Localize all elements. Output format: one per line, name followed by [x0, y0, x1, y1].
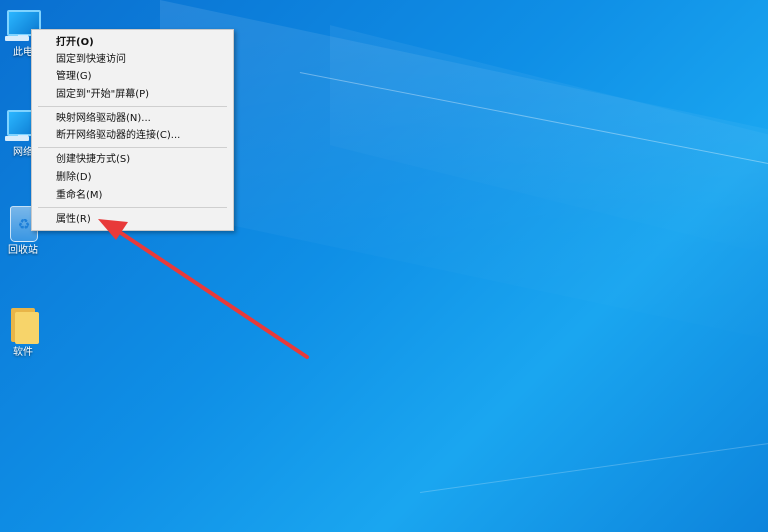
- menu-item-map-network-drive[interactable]: 映射网络驱动器(N)...: [32, 110, 233, 127]
- menu-item-disconnect-network-drive[interactable]: 断开网络驱动器的连接(C)...: [32, 127, 233, 144]
- context-menu: 打开(O) 固定到快速访问 管理(G) 固定到"开始"屏幕(P) 映射网络驱动器…: [31, 29, 234, 231]
- menu-separator: [38, 147, 227, 148]
- menu-item-open[interactable]: 打开(O): [32, 34, 233, 51]
- menu-item-pin-start[interactable]: 固定到"开始"屏幕(P): [32, 86, 233, 103]
- menu-item-pin-quick-access[interactable]: 固定到快速访问: [32, 51, 233, 68]
- menu-separator: [38, 207, 227, 208]
- wallpaper-light-line: [299, 72, 768, 173]
- menu-item-delete[interactable]: 删除(D): [32, 169, 233, 186]
- desktop-icon-software-folder[interactable]: 软件: [0, 304, 48, 359]
- desktop-icon-label: 回收站: [8, 245, 38, 256]
- menu-separator: [38, 106, 227, 107]
- menu-item-create-shortcut[interactable]: 创建快捷方式(S): [32, 151, 233, 168]
- menu-item-manage[interactable]: 管理(G): [32, 68, 233, 85]
- wallpaper-light-line-2: [420, 433, 768, 493]
- menu-item-rename[interactable]: 重命名(M): [32, 187, 233, 204]
- wallpaper-light-beam: [160, 0, 768, 372]
- desktop-icon-label: 软件: [13, 347, 33, 358]
- folder-icon: [3, 304, 43, 344]
- desktop-background: 此电 网络 ♻ 回收站 软件 打开(O) 固定到快速访问 管理(G) 固定到"开…: [0, 0, 768, 532]
- annotation-arrow-shaft: [116, 229, 309, 359]
- menu-item-properties[interactable]: 属性(R): [32, 211, 233, 228]
